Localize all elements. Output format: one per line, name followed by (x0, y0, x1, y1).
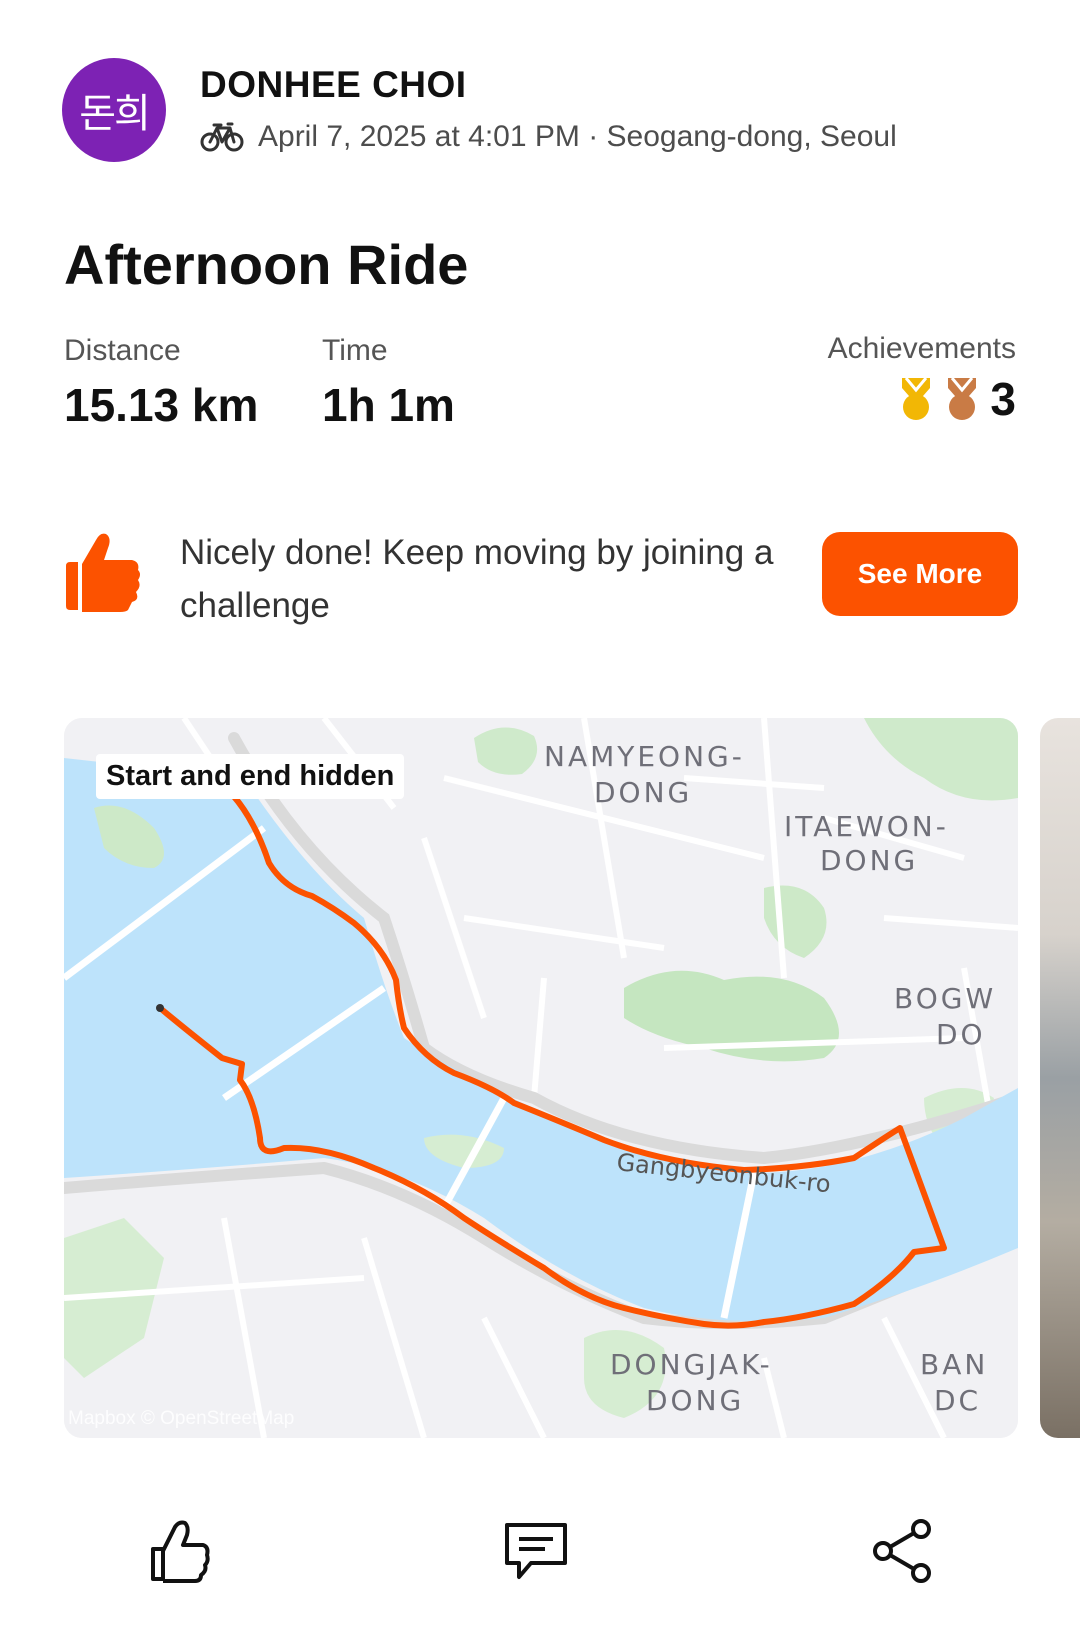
action-bar (0, 1500, 1080, 1600)
kudos-button[interactable] (140, 1510, 220, 1590)
comment-button[interactable] (496, 1510, 576, 1590)
gold-medal-icon (902, 377, 931, 420)
distance-label: Distance (64, 334, 181, 367)
bronze-medal-icon (948, 377, 977, 420)
map-canvas: NAMYEONG- DONG ITAEWON- DONG BOGW DO DON… (64, 718, 1018, 1438)
privacy-chip: Start and end hidden (96, 754, 405, 799)
map-label-bogwang: BOGW (894, 982, 996, 1015)
time-label: Time (322, 334, 388, 367)
avatar[interactable]: 돈희 (62, 58, 166, 162)
achievements[interactable]: 3 (896, 372, 1016, 426)
map-label-namyeong: NAMYEONG- (544, 740, 745, 773)
map-label-dongjak-2: DONG (646, 1384, 744, 1417)
map-label-dongjak: DONGJAK- (610, 1348, 773, 1381)
kudos-icon (151, 1520, 210, 1583)
map-label-banpo-2: DC (934, 1384, 981, 1417)
activity-meta: April 7, 2025 at 4:01 PM · Seogang-dong,… (200, 120, 897, 154)
map-attribution[interactable]: Mapbox © OpenStreetMap (68, 1408, 294, 1430)
share-icon (873, 1519, 931, 1583)
share-button[interactable] (862, 1510, 942, 1590)
activity-date-location: April 7, 2025 at 4:01 PM · Seogang-dong,… (258, 120, 897, 153)
map-label-itaewon: ITAEWON- (784, 810, 949, 843)
route-map[interactable]: NAMYEONG- DONG ITAEWON- DONG BOGW DO DON… (64, 718, 1018, 1438)
athlete-name[interactable]: DONHEE CHOI (200, 64, 467, 106)
see-more-button[interactable]: See More (822, 532, 1018, 616)
bicycle-icon (200, 122, 244, 152)
map-label-itaewon-2: DONG (820, 844, 918, 877)
promo-message: Nicely done! Keep moving by joining a ch… (180, 533, 774, 625)
achievements-label: Achievements (827, 332, 1016, 365)
activity-photo[interactable] (1040, 718, 1080, 1438)
time-value: 1h 1m (322, 379, 455, 431)
map-label-bogwang-2: DO (936, 1018, 986, 1051)
map-label-banpo: BAN (920, 1348, 988, 1381)
distance-value: 15.13 km (64, 379, 259, 431)
thumbs-up-icon (66, 533, 140, 612)
activity-title[interactable]: Afternoon Ride (64, 232, 468, 297)
comment-icon (505, 1523, 567, 1579)
map-label-namyeong-2: DONG (594, 776, 692, 809)
route-endpoint (156, 1004, 164, 1012)
achievements-count: 3 (990, 373, 1016, 425)
